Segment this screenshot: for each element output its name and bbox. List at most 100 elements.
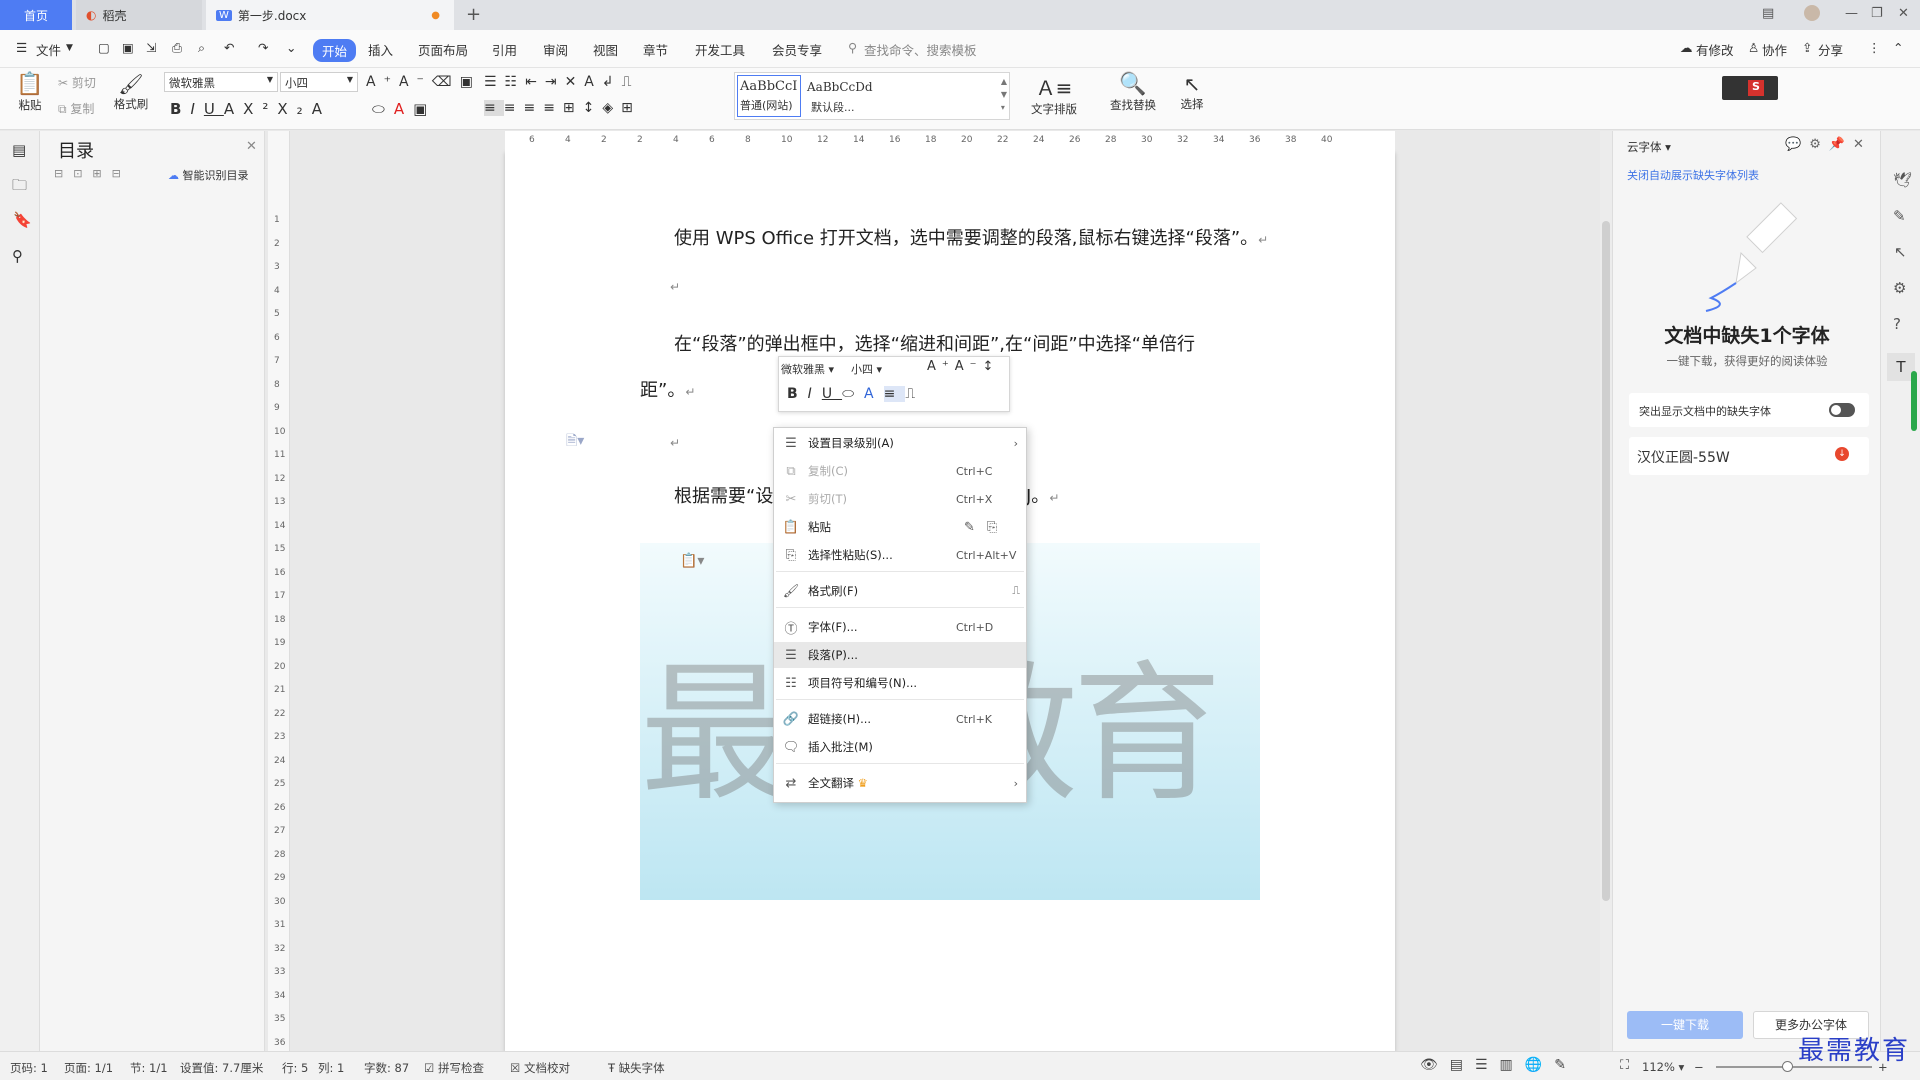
help-icon[interactable]: ?	[1893, 315, 1901, 333]
font-style-group[interactable]: BIUAX²X₂A	[170, 100, 331, 118]
print-icon[interactable]: ⎙	[172, 40, 182, 56]
bookmark-icon[interactable]: 🔖	[13, 211, 32, 229]
cloud-font-dropdown[interactable]: 云字体 ▾	[1627, 139, 1671, 155]
align-group[interactable]: ≡≡≡≡⊞↕◈⊞	[484, 100, 641, 116]
menu-chapter[interactable]: 章节	[643, 40, 668, 59]
paragraph-3[interactable]: 根据需要“设	[674, 482, 773, 508]
save-icon[interactable]: ▣	[122, 40, 134, 55]
underline-icon[interactable]: U	[204, 100, 224, 118]
menu-developer[interactable]: 开发工具	[695, 40, 745, 59]
menu-item-comment[interactable]: 🗨 插入批注(M)	[774, 734, 1026, 760]
paste-options-icon[interactable]: ✎⎘	[956, 520, 1026, 535]
close-window-icon[interactable]: ✕	[1898, 6, 1909, 21]
text-layout-button[interactable]: Ａ≡ 文字排版	[1024, 72, 1084, 117]
menu-layout[interactable]: 页面布局	[418, 40, 468, 59]
cursor-icon[interactable]: ↖	[1894, 243, 1907, 261]
tab-home[interactable]: 首页	[0, 0, 72, 30]
menu-insert[interactable]: 插入	[368, 40, 393, 59]
zoom-slider-thumb[interactable]	[1782, 1061, 1793, 1072]
menu-item-hyperlink[interactable]: 🔗 超链接(H)... Ctrl+K	[774, 706, 1026, 732]
new-doc-icon[interactable]: ▢	[98, 40, 110, 55]
menu-file[interactable]: 文件	[36, 40, 61, 59]
folder-icon[interactable]: 🗀	[12, 175, 27, 200]
doc-proof-button[interactable]: ☒ 文档校对	[510, 1060, 570, 1076]
layout-icon[interactable]: ▤	[1762, 6, 1774, 21]
view-mode-group[interactable]: 👁▤☰▥🌐✎	[1420, 1057, 1578, 1073]
menu-item-bullets[interactable]: ☷ 项目符号和编号(N)...	[774, 670, 1026, 696]
more-menu-icon[interactable]: ⋮	[1868, 40, 1881, 55]
zoom-out-button[interactable]: −	[1694, 1060, 1704, 1074]
paste-button[interactable]: 📋 粘贴	[12, 72, 48, 113]
menu-share[interactable]: 分享	[1818, 40, 1843, 59]
paragraph-3-end[interactable]: J。↵	[1026, 482, 1059, 508]
paste-options-icon[interactable]: 📋▾	[680, 553, 704, 569]
collapse-ribbon-icon[interactable]: ⌃	[1893, 40, 1903, 55]
paragraph-2-line2[interactable]: 距”。↵	[640, 376, 695, 402]
menu-item-cut[interactable]: ✂ 剪切(T) Ctrl+X	[774, 486, 1026, 512]
mini-format-tools[interactable]: BIU⬭A≡⎍	[787, 386, 925, 402]
style-default[interactable]: AaBbCcDd 默认段...	[805, 75, 891, 117]
status-setting[interactable]: 设置值: 7.7厘米	[180, 1060, 263, 1076]
select-button[interactable]: ↖ 选择	[1172, 72, 1212, 112]
style-normal-web[interactable]: AaBbCcI 普通(网站)	[737, 75, 801, 117]
mini-size-tools[interactable]: A⁺A⁻↕	[927, 359, 999, 374]
status-row[interactable]: 行: 5	[282, 1060, 308, 1076]
style-scroll-icon[interactable]: ▲ ▼ ▾	[1001, 75, 1007, 114]
redo-icon[interactable]: ↷	[258, 40, 268, 55]
outline-icon[interactable]: ▤	[12, 141, 26, 159]
list-group[interactable]: ☰☷⇤⇥✕A↲⎍	[484, 74, 639, 90]
paragraph-2[interactable]: 在“段落”的弹出框中，选择“缩进和间距”,在“间距”中选择“单倍行	[674, 330, 1195, 356]
one-click-download-button[interactable]: 一键下载	[1627, 1011, 1743, 1039]
zoom-level[interactable]: 112% ▾	[1642, 1060, 1684, 1074]
status-pages[interactable]: 页面: 1/1	[64, 1060, 113, 1076]
find-icon[interactable]: ⚲	[12, 247, 23, 265]
restore-icon[interactable]: ❐	[1871, 6, 1883, 21]
missing-font-item[interactable]: 汉仪正圆-55W ↓	[1629, 437, 1869, 475]
status-word-count[interactable]: 字数: 87	[364, 1060, 409, 1076]
vertical-scrollbar[interactable]	[1600, 131, 1612, 1051]
menu-start[interactable]: 开始	[313, 39, 357, 62]
menu-item-translate[interactable]: ⇄ 全文翻译 ♛ ›	[774, 770, 1026, 796]
mini-font-select[interactable]: 微软雅黑 ▾	[781, 361, 849, 377]
menu-item-copy[interactable]: ⧉ 复制(C) Ctrl+C	[774, 458, 1026, 484]
paragraph-1[interactable]: 使用 WPS Office 打开文档，选中需要调整的段落,鼠标右键选择“段落”。…	[674, 224, 1268, 250]
menu-view[interactable]: 视图	[593, 40, 618, 59]
italic-icon[interactable]: I	[190, 100, 203, 118]
status-col[interactable]: 列: 1	[318, 1060, 344, 1076]
menu-item-font[interactable]: Ⓣ 字体(F)... Ctrl+D	[774, 614, 1026, 640]
paragraph-handle-icon[interactable]: 🗎▾	[566, 430, 584, 454]
bird-icon[interactable]: 🕊	[1893, 171, 1912, 189]
menu-collab[interactable]: 协作	[1762, 40, 1787, 59]
format-painter-button[interactable]: 🖌 格式刷	[112, 72, 150, 112]
scroll-thumb[interactable]	[1602, 221, 1610, 901]
highlight-missing-toggle[interactable]	[1829, 403, 1855, 417]
undo-icon[interactable]: ↶	[224, 40, 234, 55]
copy-button[interactable]: ⧉ 复制	[58, 100, 94, 117]
print-preview-icon[interactable]: ⌕	[198, 40, 205, 56]
hamburger-icon[interactable]: ☰	[16, 40, 27, 55]
menu-item-paste[interactable]: 📋 粘贴 ✎⎘	[774, 514, 1026, 540]
wps-promo-icon[interactable]: S	[1722, 76, 1778, 100]
tab-daoke[interactable]: ◐ 稻壳	[76, 0, 202, 30]
find-replace-button[interactable]: 🔍 查找替换	[1104, 72, 1162, 113]
missing-font-button[interactable]: Ŧ 缺失字体	[608, 1060, 665, 1076]
menu-item-paragraph[interactable]: ☰ 段落(P)...	[774, 642, 1026, 668]
font-name-select[interactable]: 微软雅黑 ▼	[164, 72, 278, 92]
menu-review[interactable]: 审阅	[543, 40, 568, 59]
fit-page-icon[interactable]: ⛶	[1620, 1058, 1629, 1073]
sliders-icon[interactable]: ⚙	[1893, 279, 1906, 297]
status-section[interactable]: 节: 1/1	[130, 1060, 168, 1076]
export-icon[interactable]: ⇲	[146, 40, 156, 55]
font-grow-shrink-group[interactable]: A⁺A⁻⌫▣	[366, 74, 481, 90]
panel-tools[interactable]: 💬⚙📌✕	[1785, 137, 1872, 152]
toc-close-icon[interactable]: ✕	[246, 139, 257, 154]
pen-icon[interactable]: ✎	[1893, 207, 1906, 225]
close-auto-show-link[interactable]: 关闭自动展示缺失字体列表	[1627, 167, 1759, 183]
menu-modified[interactable]: 有修改	[1696, 40, 1734, 59]
highlight-color-group[interactable]: ⬭A▣	[372, 100, 436, 118]
bold-icon[interactable]: B	[170, 100, 190, 118]
toc-tools[interactable]: ⊟⊡⊞⊟	[54, 167, 131, 180]
avatar[interactable]	[1804, 5, 1820, 21]
tab-document[interactable]: W 第一步.docx ●	[206, 0, 454, 30]
status-page-number[interactable]: 页码: 1	[10, 1060, 48, 1076]
